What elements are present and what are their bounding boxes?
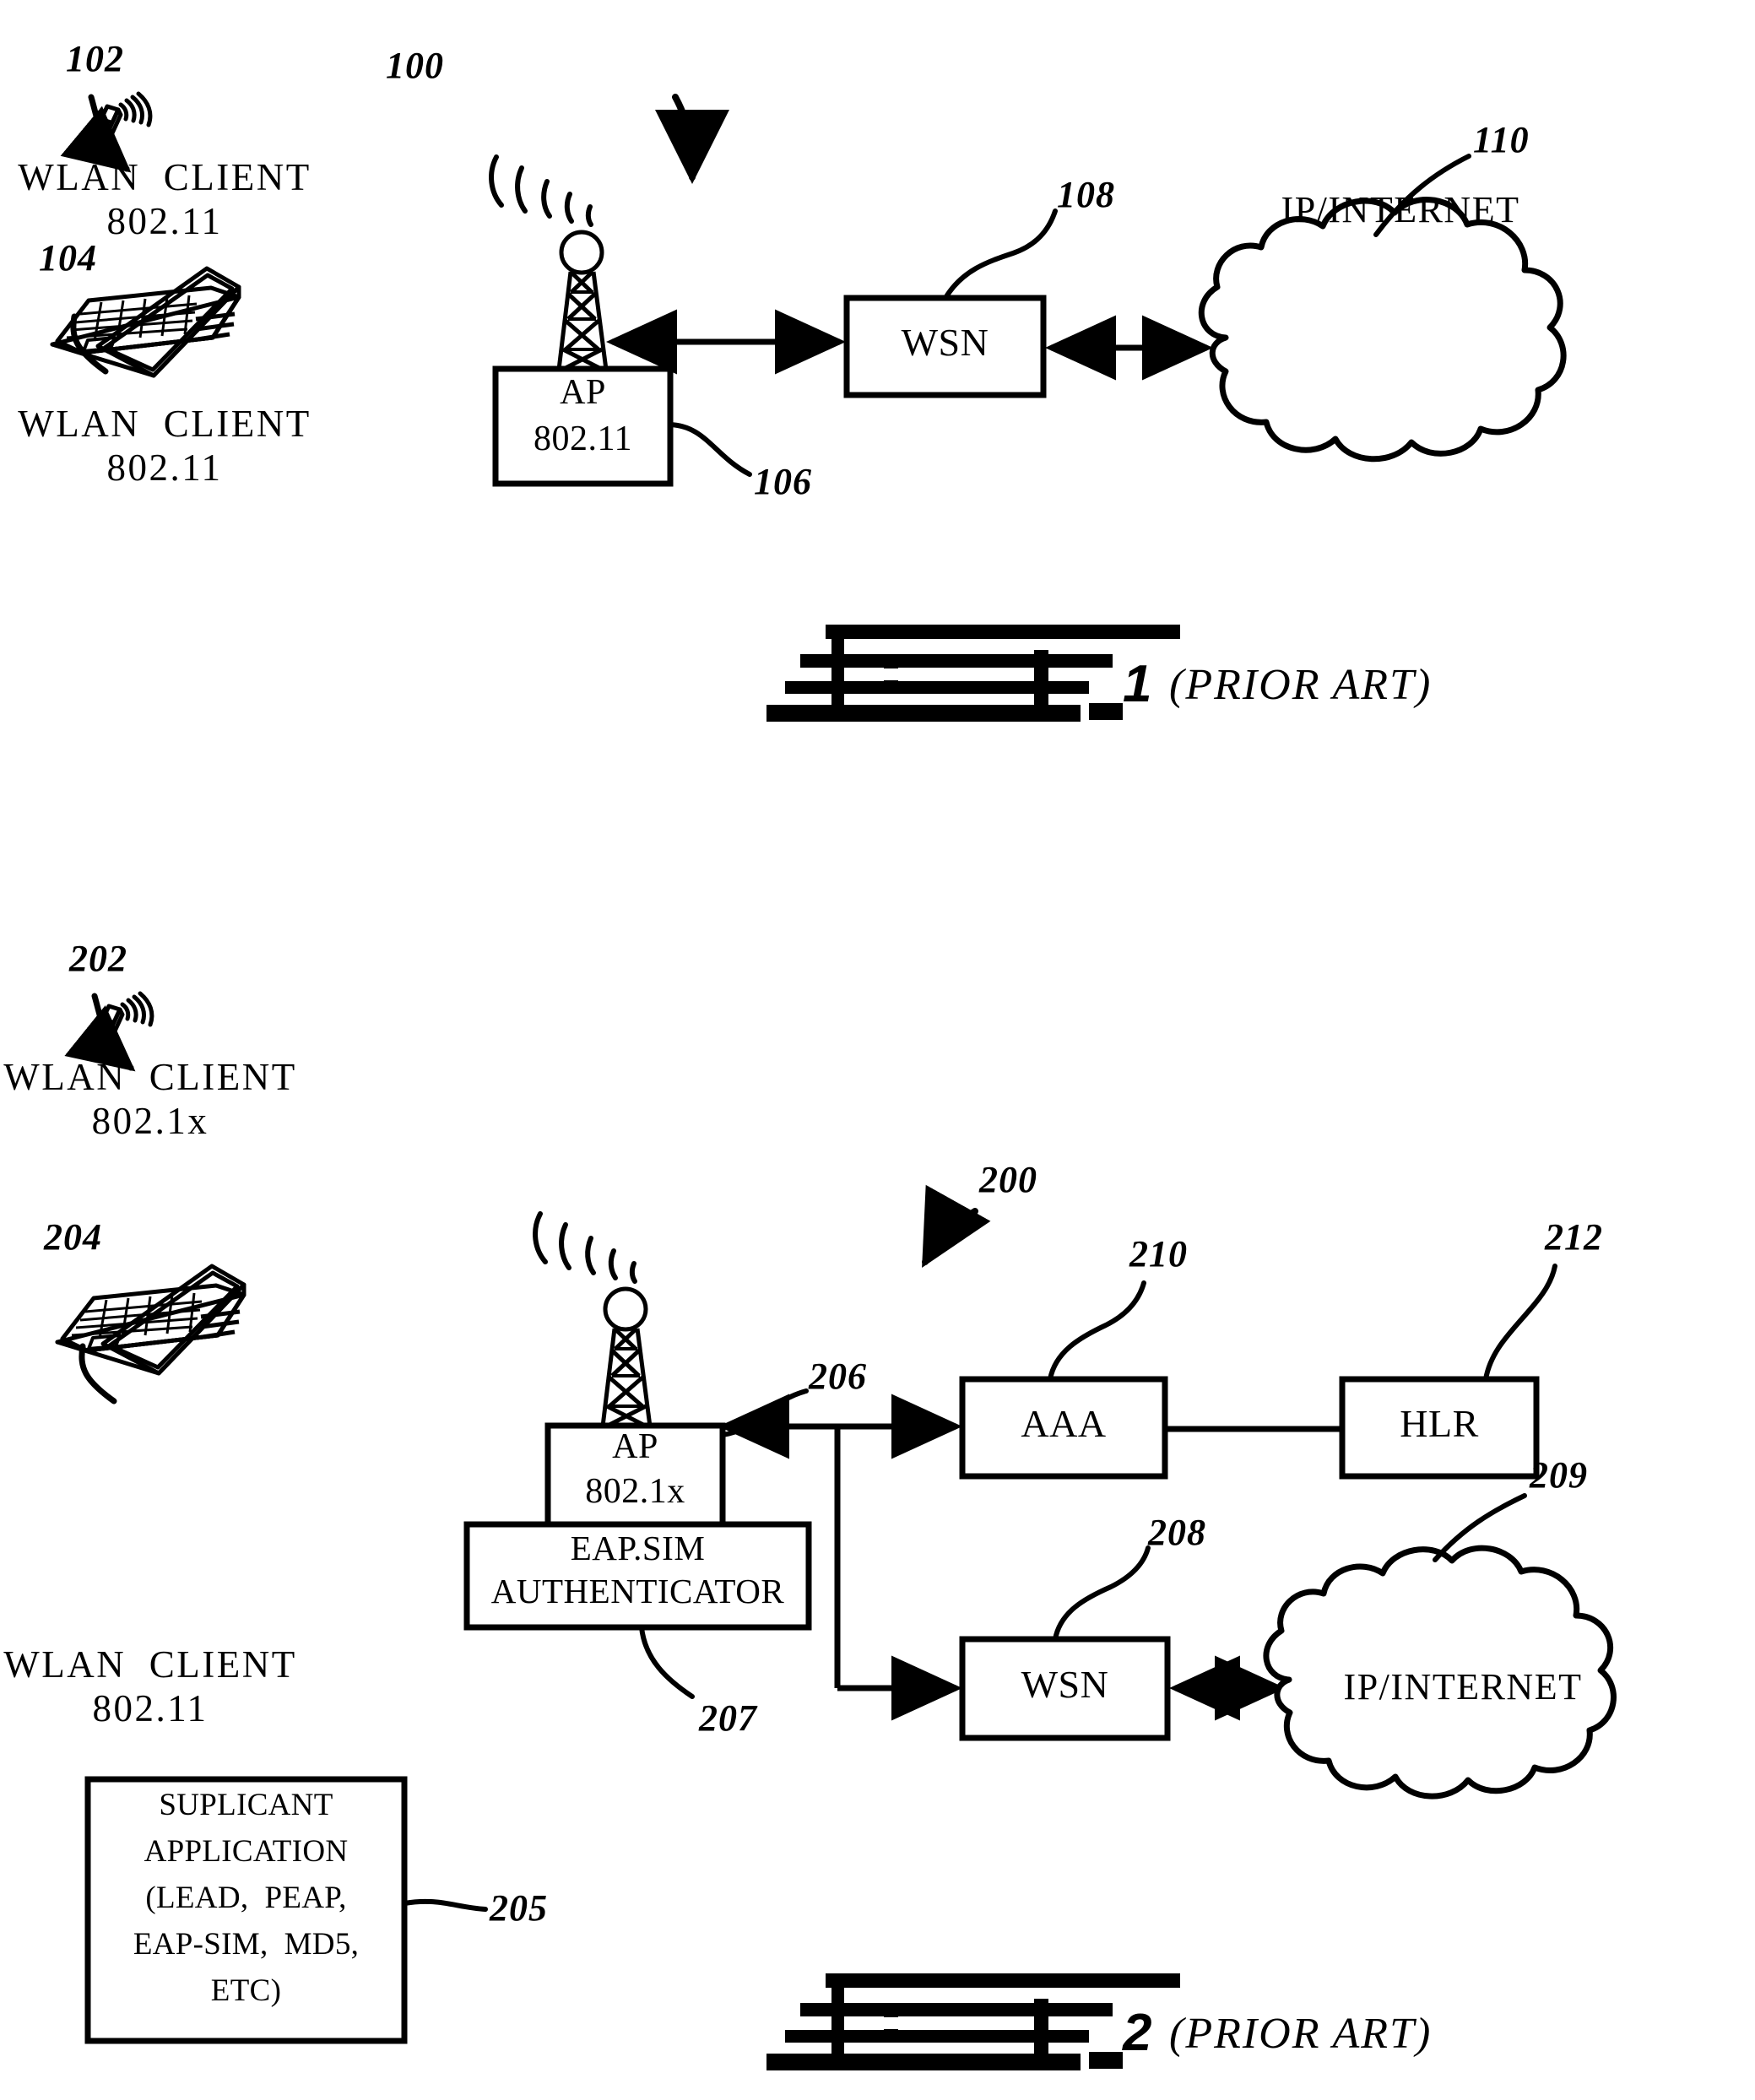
ref-number-104: 104: [39, 237, 97, 279]
cloud-110: [1198, 197, 1567, 463]
antenna-waves-106: [489, 154, 593, 227]
ref-number-204: 204: [44, 1216, 102, 1258]
wsn-box-108-label: WSN: [901, 321, 989, 364]
cloud-110-label: IP/INTERNET: [1281, 189, 1520, 230]
supplicant-box-205-line3: (LEAD, PEAP,: [145, 1881, 347, 1915]
supplicant-box-205-line5: ETC): [210, 1973, 282, 2008]
ref-number-206: 206: [809, 1356, 867, 1397]
ref-number-210: 210: [1129, 1233, 1188, 1275]
ap-box-106-label-line1: AP: [560, 373, 606, 412]
ref-number-205: 205: [490, 1887, 548, 1929]
antenna-waves-206: [533, 1211, 637, 1284]
hlr-box-212-label: HLR: [1400, 1402, 1479, 1445]
eap-sim-auth-207-line2: AUTHENTICATOR: [490, 1572, 785, 1610]
lead-line-208: [1053, 1545, 1151, 1642]
lead-line-210: [1048, 1280, 1146, 1382]
laptop-icon-104: [50, 266, 241, 378]
supplicant-box-205-line2: APPLICATION: [144, 1834, 349, 1869]
wsn-box-208-label: WSN: [1021, 1663, 1109, 1706]
fig1-logo-mark: [766, 625, 1180, 722]
laptop-icon-204: [55, 1264, 246, 1376]
mobile-phone-icon-102: [90, 91, 153, 149]
ap-box-106-label-line2: 802.11: [534, 419, 632, 458]
fig2-prior-art-caption: (PRIOR ART): [1169, 2010, 1433, 2058]
wlan-client-202-label-line1: WLAN CLIENT: [3, 1056, 297, 1098]
lead-line-207: [639, 1625, 695, 1699]
wlan-client-202-label-line2: 802.1x: [91, 1100, 209, 1142]
fig2-logo-mark: [766, 1973, 1180, 2070]
wlan-client-204-label-line2: 802.11: [92, 1687, 209, 1729]
ap-box-206-label-line1: AP: [612, 1427, 658, 1466]
lead-line-106: [668, 422, 752, 477]
ref-number-200: 200: [979, 1159, 1037, 1200]
ref-number-209: 209: [1530, 1454, 1588, 1496]
wlan-client-102-label-line1: WLAN CLIENT: [18, 156, 311, 198]
lead-line-205: [402, 1898, 488, 1912]
lead-line-108: [943, 208, 1058, 300]
ref-number-208: 208: [1148, 1512, 1206, 1553]
ref-number-207: 207: [699, 1697, 757, 1739]
system-arrow-200: [922, 1184, 991, 1268]
cloud-209-label: IP/INTERNET: [1343, 1666, 1583, 1708]
antenna-tower-106: [556, 230, 609, 372]
ref-number-108: 108: [1057, 174, 1115, 215]
fig1-number: 1: [1123, 655, 1152, 713]
wlan-client-104-label-line1: WLAN CLIENT: [18, 403, 311, 445]
ref-number-212: 212: [1545, 1216, 1603, 1258]
ap-box-206-label-line2: 802.1x: [585, 1472, 685, 1511]
ref-number-110: 110: [1473, 119, 1530, 160]
antenna-tower-206: [600, 1286, 653, 1429]
diagram-artwork: [50, 91, 1617, 2070]
ref-number-102: 102: [66, 38, 124, 79]
supplicant-box-205-line1: SUPLICANT: [159, 1788, 333, 1822]
eap-sim-auth-207-line1: EAP.SIM: [570, 1529, 706, 1567]
supplicant-box-205-line4: EAP-SIM, MD5,: [133, 1927, 360, 1962]
ref-number-202: 202: [69, 938, 127, 979]
wlan-client-104-label-line2: 802.11: [106, 447, 223, 489]
fig2-number: 2: [1123, 2004, 1152, 2062]
fig1-prior-art-caption: (PRIOR ART): [1169, 661, 1433, 709]
patent-drawing-page: 102 WLAN CLIENT 802.11 104 WLAN CLIENT 8…: [0, 0, 1755, 2100]
mobile-phone-icon-202: [92, 991, 154, 1048]
lead-line-212: [1483, 1264, 1557, 1382]
ref-number-106: 106: [754, 461, 812, 502]
ref-number-100: 100: [386, 45, 444, 86]
aaa-box-210-label: AAA: [1021, 1402, 1107, 1445]
system-arrow-100: [654, 94, 729, 184]
wlan-client-204-label-line1: WLAN CLIENT: [3, 1643, 297, 1686]
